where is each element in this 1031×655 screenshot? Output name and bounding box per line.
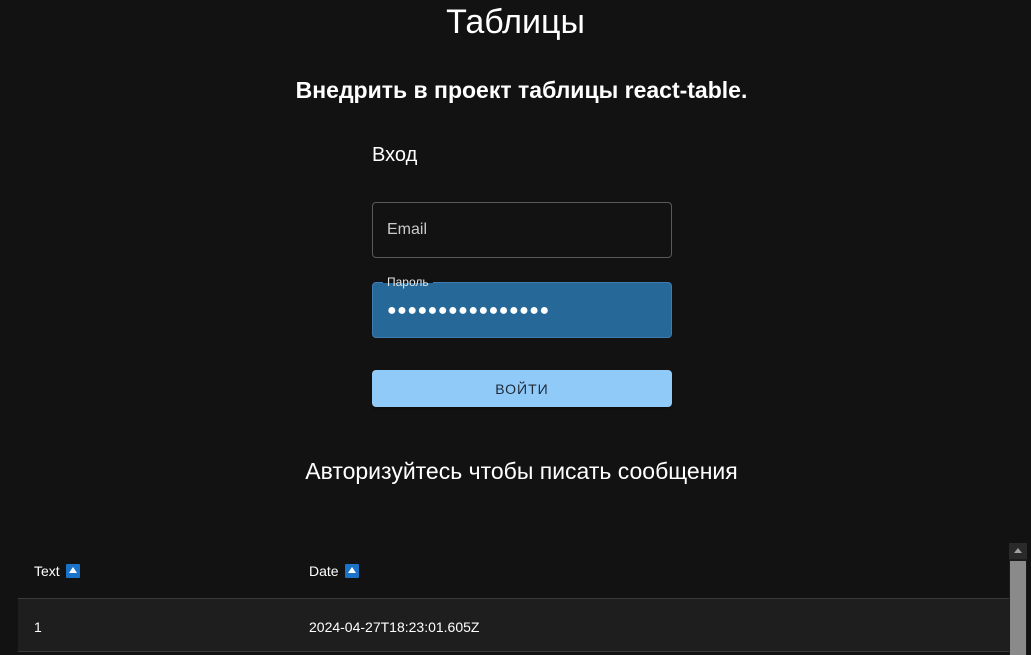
table-row: 1 2024-04-27T18:23:01.605Z	[18, 599, 1009, 652]
column-header-date[interactable]: Date	[309, 563, 359, 579]
scrollbar-thumb[interactable]	[1010, 561, 1026, 655]
cell-date: 2024-04-27T18:23:01.605Z	[309, 619, 480, 635]
sort-ascending-icon[interactable]	[344, 564, 359, 578]
sort-ascending-icon[interactable]	[65, 564, 80, 578]
page-title: Таблицы	[446, 3, 585, 41]
column-header-label: Date	[309, 563, 339, 579]
page-subtitle: Внедрить в проект таблицы react-table.	[295, 77, 748, 103]
auth-message: Авторизуйтесь чтобы писать сообщения	[305, 458, 738, 484]
password-field[interactable]: Пароль ●●●●●●●●●●●●●●●●	[372, 275, 672, 338]
cell-text: 1	[34, 619, 42, 635]
email-input[interactable]	[373, 203, 671, 257]
email-field[interactable]	[372, 202, 672, 258]
column-header-text[interactable]: Text	[34, 563, 80, 579]
scroll-up-arrow-icon[interactable]	[1009, 543, 1027, 559]
table-header: Text Date	[18, 543, 1009, 599]
password-input[interactable]: ●●●●●●●●●●●●●●●●	[387, 300, 550, 322]
password-label: Пароль	[383, 275, 433, 289]
login-heading: Вход	[372, 144, 418, 166]
login-button[interactable]: Войти	[372, 370, 672, 407]
table-scrollbar[interactable]	[1009, 543, 1027, 655]
column-header-label: Text	[34, 563, 60, 579]
messages-table: Text Date 1 2024-04-27T18:23:01.605Z	[18, 543, 1009, 655]
